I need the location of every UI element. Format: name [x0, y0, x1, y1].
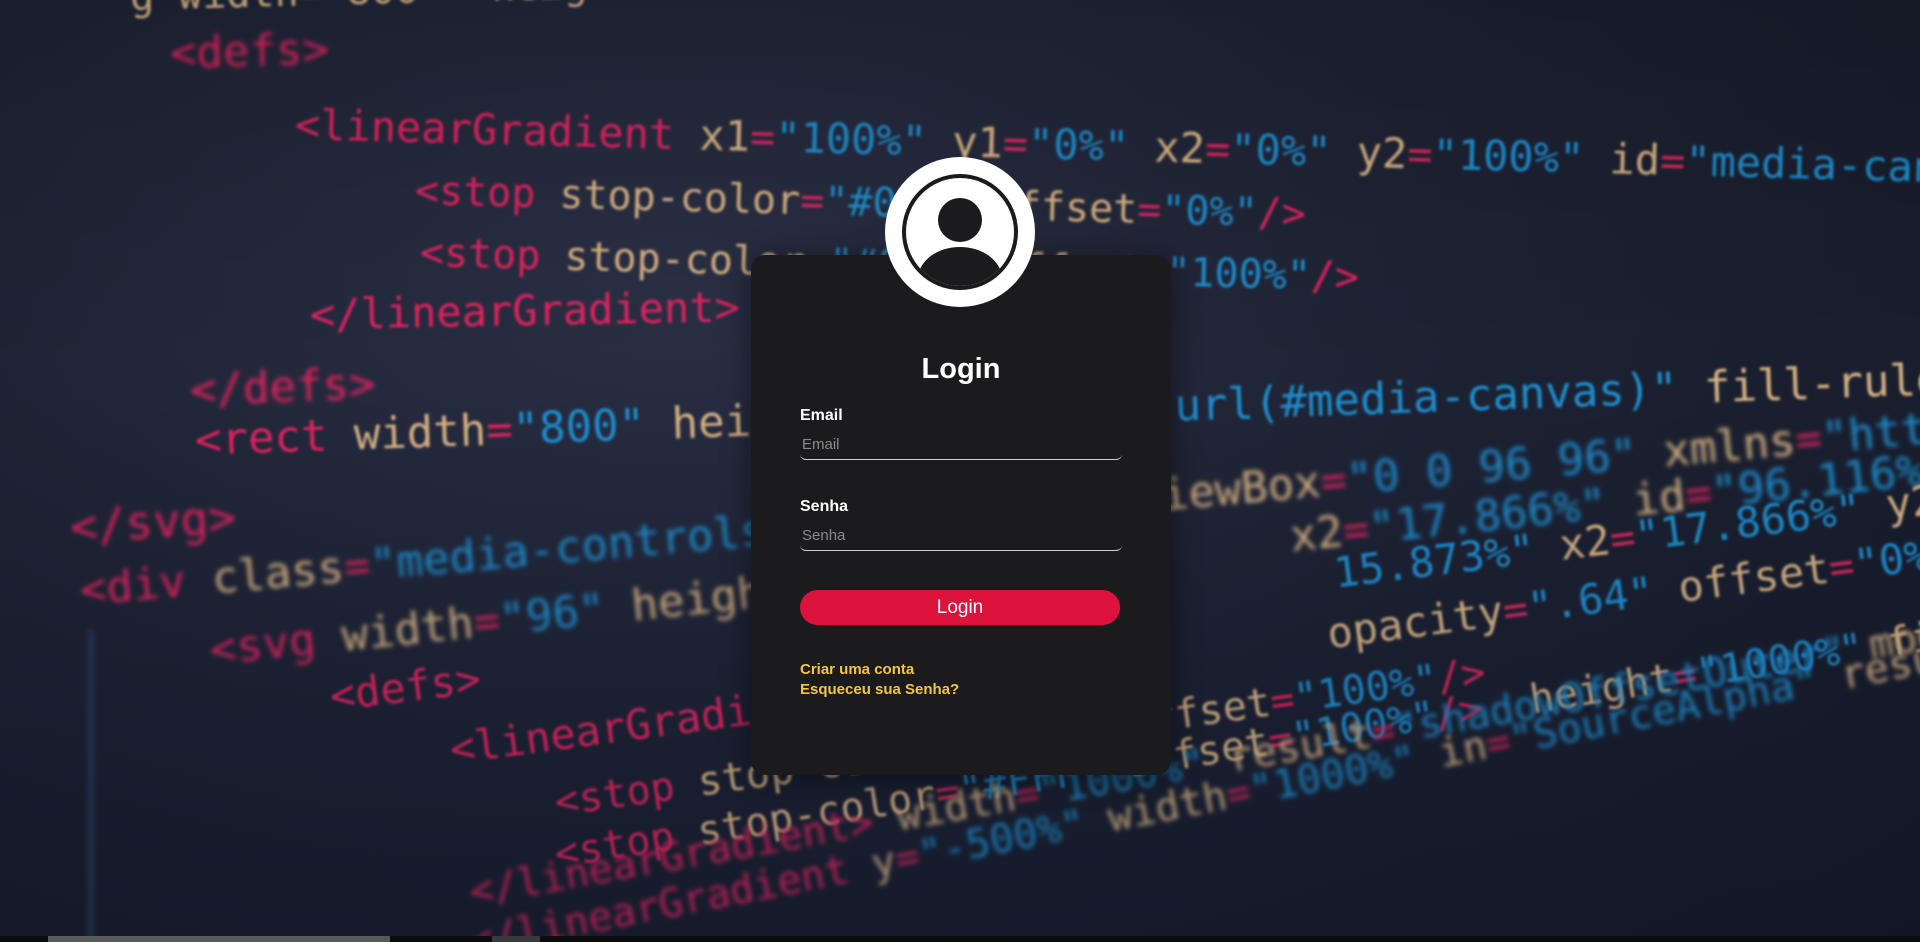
bottom-strip-segment [492, 936, 540, 942]
forgot-password-link[interactable]: Esqueceu sua Senha? [800, 681, 959, 698]
password-input[interactable] [800, 521, 1122, 551]
email-input[interactable] [800, 430, 1122, 460]
login-title: Login [921, 353, 1001, 385]
login-card: Login Email Senha Login Criar uma conta … [751, 255, 1171, 775]
avatar [885, 157, 1035, 307]
bottom-strip-segment [48, 936, 390, 942]
create-account-link[interactable]: Criar uma conta [800, 661, 914, 678]
email-label: Email [800, 407, 843, 424]
login-button[interactable]: Login [800, 590, 1120, 625]
password-label: Senha [800, 498, 849, 515]
user-circle-icon [902, 174, 1018, 290]
bottom-strip [0, 936, 1920, 942]
